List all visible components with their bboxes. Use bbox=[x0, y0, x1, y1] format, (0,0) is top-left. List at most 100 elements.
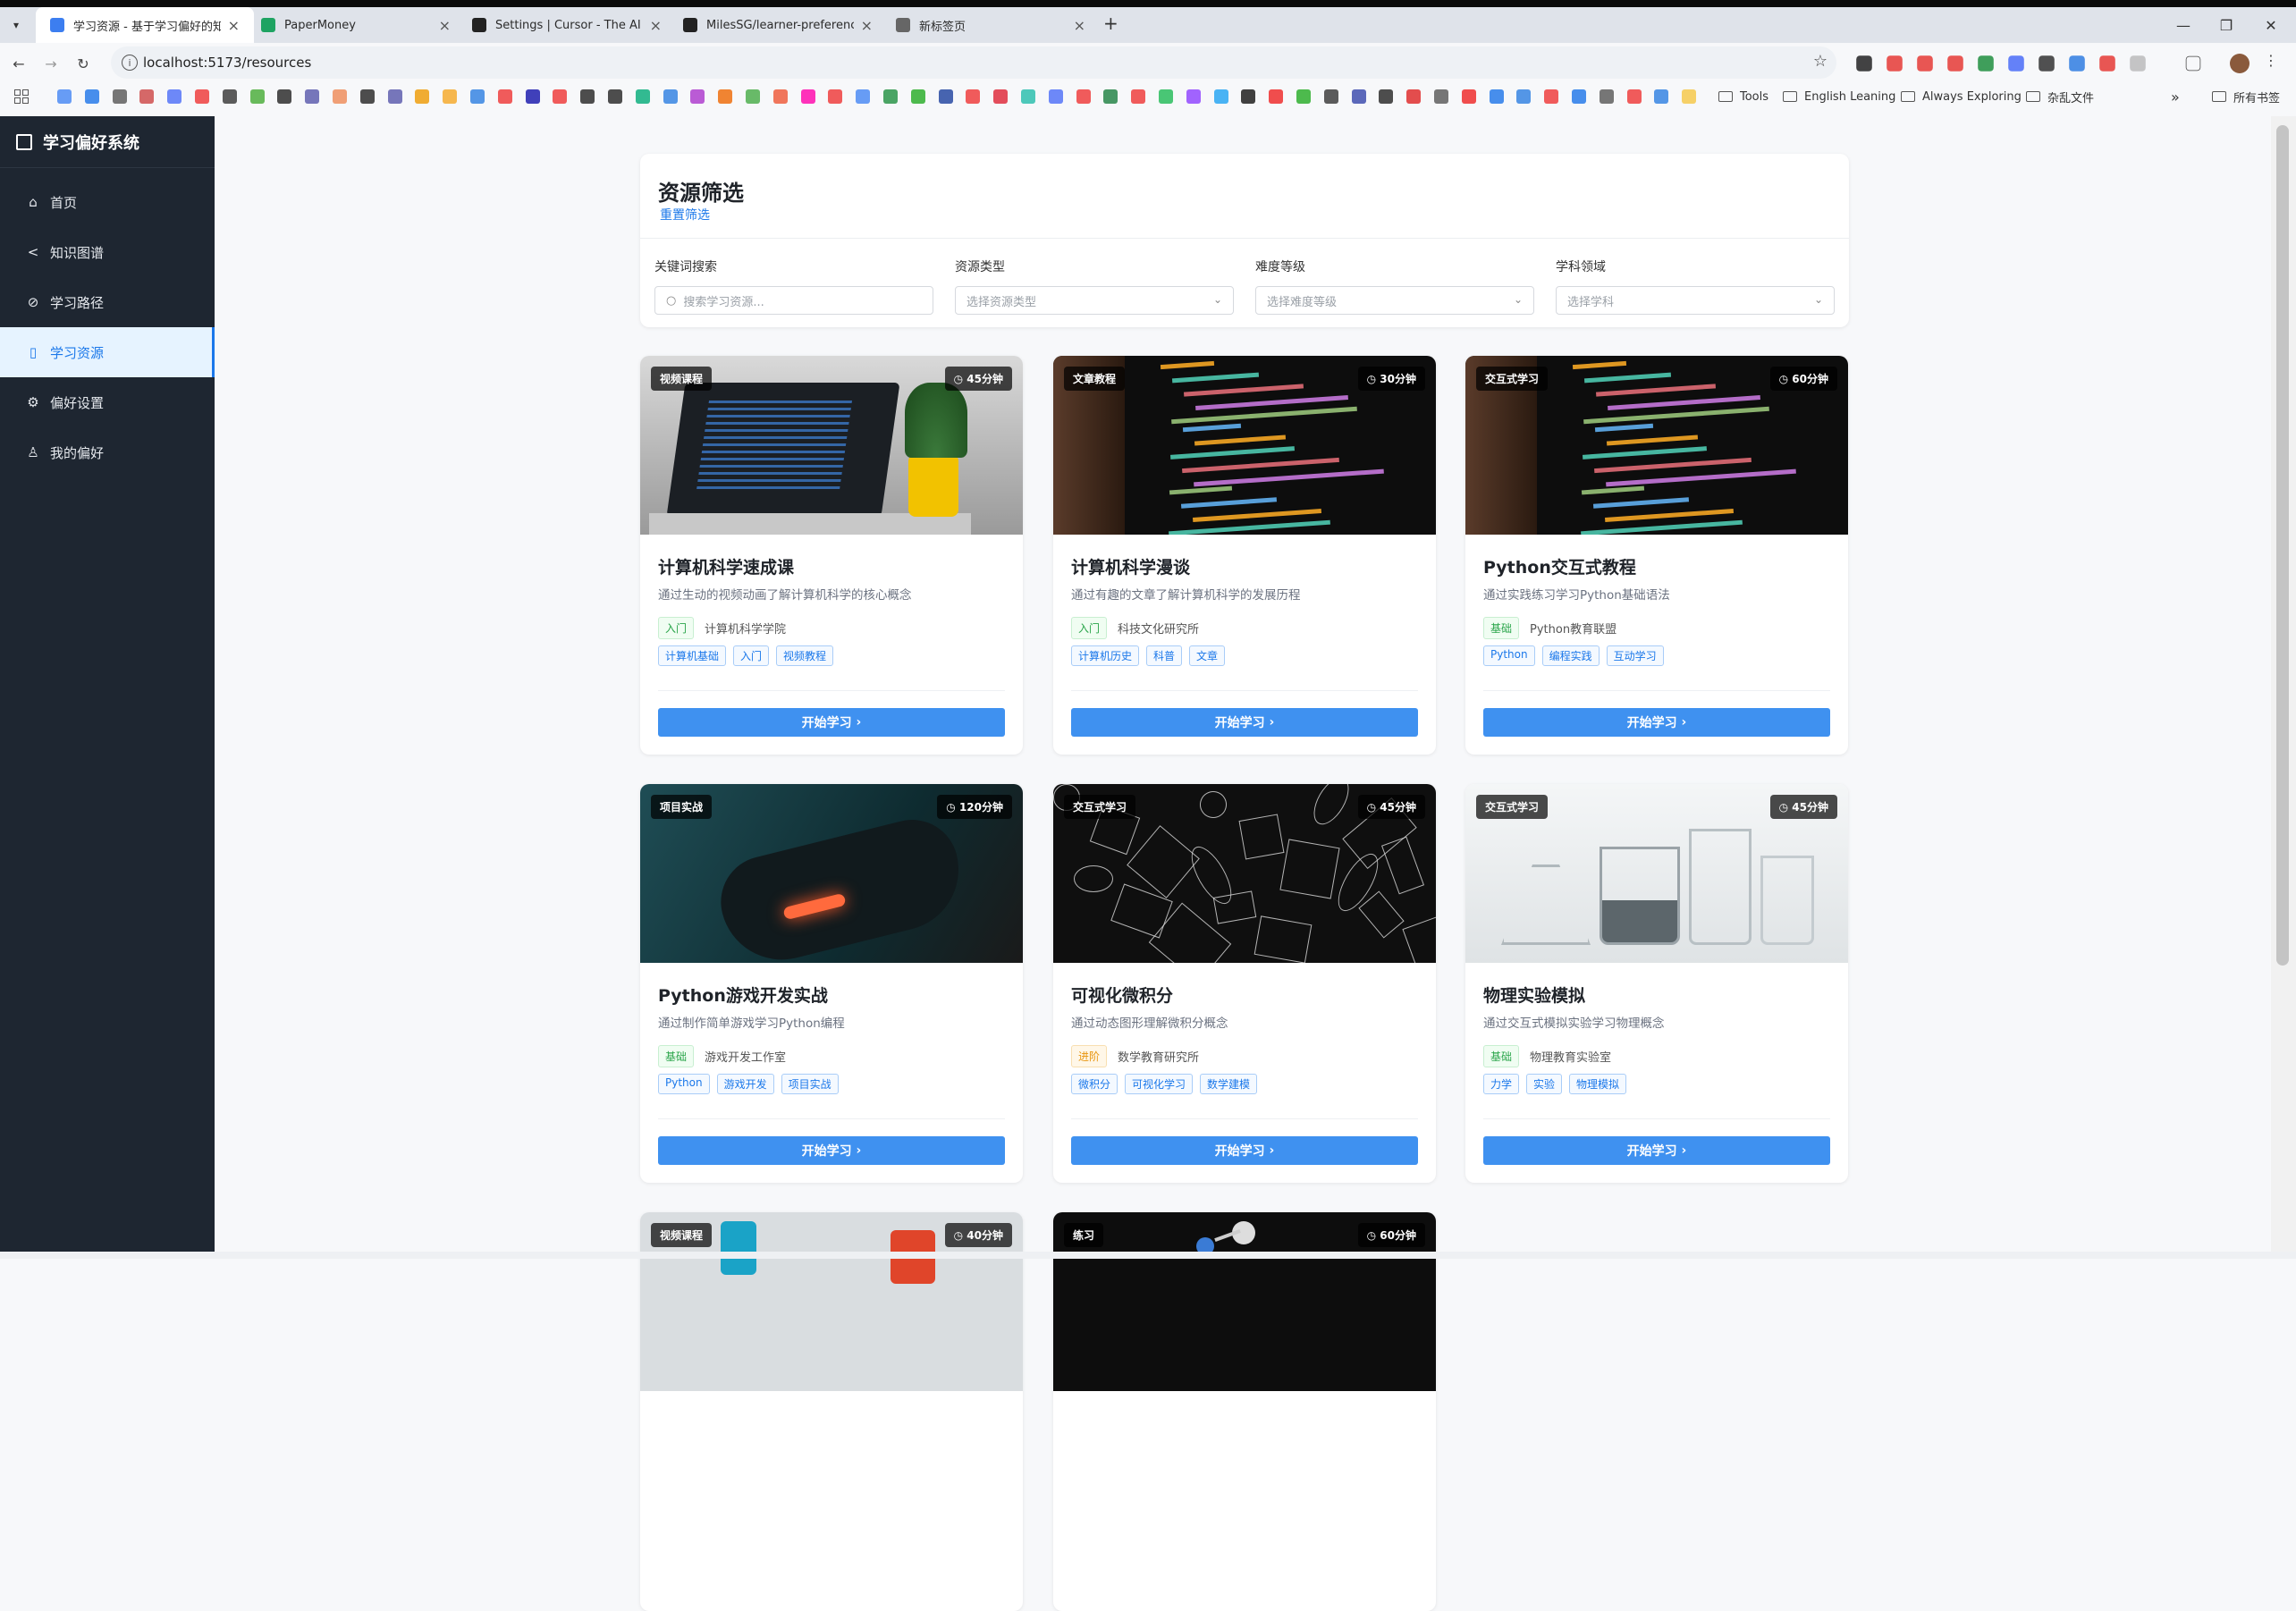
bookmark-favicon-icon[interactable] bbox=[222, 89, 237, 104]
bookmark-favicon-icon[interactable] bbox=[525, 89, 540, 104]
resource-card[interactable]: 交互式学习 ◷ 45分钟 可视化微积分 通过动态图形理解微积分概念 进阶 数学教育研究所微… bbox=[1053, 784, 1436, 1183]
browser-menu-icon[interactable]: ⋮ bbox=[2264, 52, 2278, 69]
resource-tag[interactable]: 计算机历史 bbox=[1071, 645, 1140, 666]
bookmark-favicon-icon[interactable] bbox=[1489, 89, 1504, 104]
extension-icon[interactable] bbox=[2130, 55, 2146, 72]
bookmark-favicon-icon[interactable] bbox=[1076, 89, 1091, 104]
bookmark-favicon-icon[interactable] bbox=[1213, 89, 1228, 104]
bookmark-favicon-icon[interactable] bbox=[333, 89, 347, 104]
profile-avatar[interactable] bbox=[2230, 54, 2250, 73]
bookmark-star-icon[interactable]: ☆ bbox=[1813, 52, 1828, 71]
bookmark-favicon-icon[interactable] bbox=[1516, 89, 1532, 104]
resource-tag[interactable]: 实验 bbox=[1526, 1074, 1563, 1094]
bookmark-favicon-icon[interactable] bbox=[359, 89, 375, 104]
browser-tab[interactable]: PaperMoney × bbox=[247, 7, 465, 43]
extension-icon[interactable] bbox=[1887, 55, 1903, 72]
resource-title[interactable]: 计算机科学速成课 bbox=[658, 554, 794, 578]
resource-tag[interactable]: 可视化学习 bbox=[1125, 1074, 1194, 1094]
resource-tag[interactable]: 项目实战 bbox=[781, 1074, 839, 1094]
bookmark-favicon-icon[interactable] bbox=[139, 89, 155, 104]
bookmark-favicon-icon[interactable] bbox=[1296, 89, 1311, 104]
bookmark-folder-tools[interactable]: Tools bbox=[1718, 87, 1768, 106]
browser-tab[interactable]: 学习资源 - 基于学习偏好的知识... × bbox=[36, 7, 254, 43]
extension-icon[interactable] bbox=[2099, 55, 2115, 72]
resource-title[interactable]: 计算机科学漫谈 bbox=[1071, 554, 1190, 578]
apps-grid-icon[interactable] bbox=[14, 89, 29, 104]
sidebar-item[interactable]: ⚙ 偏好设置 bbox=[0, 377, 215, 427]
bookmark-favicon-icon[interactable] bbox=[553, 89, 568, 104]
bookmark-folder-misc[interactable]: 杂乱文件 bbox=[2026, 87, 2094, 106]
resource-title[interactable]: 可视化微积分 bbox=[1071, 983, 1173, 1007]
bookmark-favicon-icon[interactable] bbox=[305, 89, 320, 104]
sidebar-item[interactable]: ▯ 学习资源 bbox=[0, 327, 215, 377]
forward-button[interactable]: → bbox=[39, 52, 63, 75]
start-learning-button[interactable]: 开始学习 › bbox=[1483, 708, 1830, 737]
bookmark-favicon-icon[interactable] bbox=[1103, 89, 1118, 104]
bookmark-favicon-icon[interactable] bbox=[249, 89, 265, 104]
resource-card[interactable]: 视频课程 ◷ 40分钟 bbox=[640, 1212, 1023, 1611]
extension-icon[interactable] bbox=[1947, 55, 1963, 72]
bookmark-favicon-icon[interactable] bbox=[1461, 89, 1476, 104]
bookmark-favicon-icon[interactable] bbox=[497, 89, 512, 104]
bookmark-favicon-icon[interactable] bbox=[1159, 89, 1173, 104]
bookmark-favicon-icon[interactable] bbox=[856, 89, 871, 104]
browser-tab[interactable]: 新标签页 × bbox=[882, 7, 1100, 43]
difficulty-select[interactable]: 选择难度等级 ⌄ bbox=[1255, 286, 1534, 315]
bookmark-favicon-icon[interactable] bbox=[57, 89, 72, 104]
bookmark-favicon-icon[interactable] bbox=[1599, 89, 1614, 104]
subject-select[interactable]: 选择学科 ⌄ bbox=[1556, 286, 1835, 315]
bookmark-favicon-icon[interactable] bbox=[84, 89, 99, 104]
all-bookmarks-folder[interactable]: 所有书签 bbox=[2212, 87, 2280, 106]
bookmark-favicon-icon[interactable] bbox=[167, 89, 182, 104]
address-bar[interactable]: i localhost:5173/resources ☆ bbox=[111, 46, 1836, 79]
bookmark-favicon-icon[interactable] bbox=[1048, 89, 1063, 104]
bookmark-favicon-icon[interactable] bbox=[1626, 89, 1642, 104]
tab-close-icon[interactable]: × bbox=[1074, 17, 1085, 34]
bookmark-favicon-icon[interactable] bbox=[580, 89, 595, 104]
bookmark-favicon-icon[interactable] bbox=[746, 89, 760, 104]
resource-tag[interactable]: 科普 bbox=[1146, 645, 1183, 666]
restore-button[interactable]: ❐ bbox=[2201, 7, 2251, 43]
tab-close-icon[interactable]: × bbox=[650, 17, 662, 34]
bookmark-favicon-icon[interactable] bbox=[800, 89, 815, 104]
bookmark-favicon-icon[interactable] bbox=[1544, 89, 1559, 104]
page-scrollbar[interactable] bbox=[2271, 116, 2296, 1252]
browser-tab[interactable]: Settings | Cursor - The AI Co... × bbox=[458, 7, 676, 43]
tab-close-icon[interactable]: × bbox=[439, 17, 451, 34]
scrollbar-thumb[interactable] bbox=[2276, 125, 2289, 966]
bookmark-favicon-icon[interactable] bbox=[772, 89, 788, 104]
back-button[interactable]: ← bbox=[7, 52, 30, 75]
tab-close-icon[interactable]: × bbox=[861, 17, 873, 34]
bookmark-favicon-icon[interactable] bbox=[828, 89, 843, 104]
bookmark-favicon-icon[interactable] bbox=[1379, 89, 1394, 104]
resource-tag[interactable]: 编程实践 bbox=[1541, 645, 1600, 666]
bookmark-favicon-icon[interactable] bbox=[1323, 89, 1338, 104]
tab-list-menu-button[interactable]: ▾ bbox=[5, 14, 27, 36]
close-window-button[interactable]: ✕ bbox=[2246, 7, 2296, 43]
bookmark-favicon-icon[interactable] bbox=[415, 89, 430, 104]
site-info-icon[interactable]: i bbox=[122, 55, 138, 71]
reload-button[interactable]: ↻ bbox=[72, 52, 95, 75]
bookmark-favicon-icon[interactable] bbox=[663, 89, 678, 104]
bookmark-favicon-icon[interactable] bbox=[608, 89, 622, 104]
extension-icon[interactable] bbox=[2008, 55, 2024, 72]
bookmark-favicon-icon[interactable] bbox=[966, 89, 981, 104]
bookmark-favicon-icon[interactable] bbox=[1434, 89, 1448, 104]
start-learning-button[interactable]: 开始学习 › bbox=[1483, 1136, 1830, 1165]
start-learning-button[interactable]: 开始学习 › bbox=[658, 708, 1005, 737]
tab-close-icon[interactable]: × bbox=[228, 17, 240, 34]
resource-card[interactable]: 练习 ◷ 60分钟 bbox=[1053, 1212, 1436, 1611]
bookmark-favicon-icon[interactable] bbox=[1241, 89, 1256, 104]
extensions-puzzle-icon[interactable] bbox=[2185, 55, 2201, 72]
start-learning-button[interactable]: 开始学习 › bbox=[1071, 1136, 1418, 1165]
bookmark-folder-english[interactable]: English Leaning bbox=[1783, 87, 1895, 106]
bookmark-favicon-icon[interactable] bbox=[1351, 89, 1366, 104]
extension-icon[interactable] bbox=[1978, 55, 1994, 72]
bookmark-favicon-icon[interactable] bbox=[195, 89, 209, 104]
extension-icon[interactable] bbox=[1917, 55, 1933, 72]
resource-tag[interactable]: Python bbox=[658, 1074, 710, 1094]
resource-tag[interactable]: 游戏开发 bbox=[716, 1074, 774, 1094]
browser-tab[interactable]: MilesSG/learner-preference-... × bbox=[669, 7, 887, 43]
bookmark-favicon-icon[interactable] bbox=[883, 89, 898, 104]
bookmark-favicon-icon[interactable] bbox=[1682, 89, 1697, 104]
